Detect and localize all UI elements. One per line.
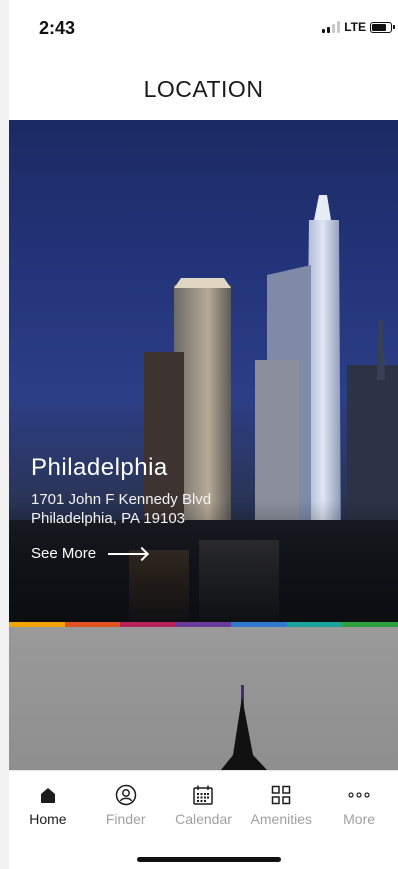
see-more-link[interactable]: See More: [31, 545, 211, 562]
grid-icon: [269, 783, 293, 807]
signal-icon: [322, 21, 341, 33]
tab-finder[interactable]: Finder: [87, 771, 165, 834]
tab-label: Calendar: [175, 811, 232, 827]
next-location-card[interactable]: [9, 627, 398, 770]
battery-icon: [370, 21, 395, 33]
arrow-right-icon: [108, 552, 147, 555]
status-time: 2:43: [39, 18, 76, 38]
address-line-1: 1701 John F Kennedy Blvd: [31, 491, 212, 508]
spire-image: [221, 685, 267, 770]
home-indicator[interactable]: [137, 857, 281, 862]
tab-label: Amenities: [250, 811, 313, 827]
tab-label: More: [343, 811, 376, 827]
location-info: Philadelphia 1701 John F Kennedy Blvd Ph…: [31, 454, 211, 562]
tab-home[interactable]: Home: [9, 771, 87, 834]
more-dots-icon: [347, 783, 371, 807]
address-line-2: Philadelphia, PA 19103: [31, 510, 186, 527]
person-circle-icon: [114, 783, 138, 807]
city-name: Philadelphia: [31, 454, 168, 481]
tab-calendar[interactable]: Calendar: [165, 771, 243, 834]
page-title: LOCATION: [143, 75, 264, 102]
home-icon: [36, 783, 60, 807]
tab-bar: Home Finder Calendar Amenities More: [9, 770, 398, 834]
status-indicators: LTE: [322, 20, 395, 34]
tab-label: Home: [29, 811, 67, 827]
status-bar: 2:43 LTE: [9, 0, 398, 58]
network-label: LTE: [344, 20, 366, 34]
tab-label: Finder: [105, 811, 146, 827]
tab-amenities[interactable]: Amenities: [242, 771, 320, 834]
app-screen: 2:43 LTE LOCATION Philadelphia 1701 John…: [9, 0, 398, 869]
see-more-label: See More: [31, 545, 97, 562]
calendar-icon: [191, 783, 215, 807]
location-card[interactable]: Philadelphia 1701 John F Kennedy Blvd Ph…: [9, 120, 398, 622]
tab-more[interactable]: More: [320, 771, 398, 834]
page-header: LOCATION: [9, 58, 398, 120]
